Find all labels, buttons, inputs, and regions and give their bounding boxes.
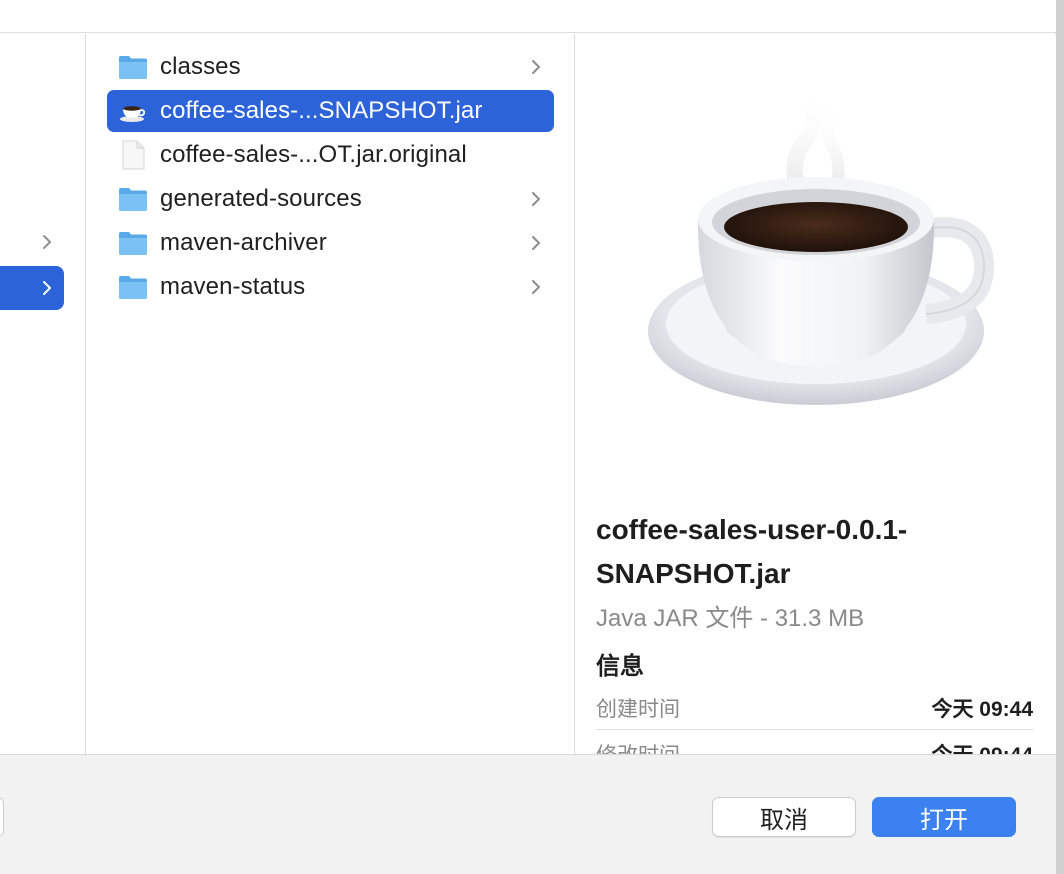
chevron-right-icon: [526, 235, 546, 251]
info-row-modified: 修改时间 今天 09:44: [596, 732, 1033, 754]
open-file-dialog: classes coffee-sales-...SNAPSHOT.jar cof…: [0, 0, 1056, 874]
preview-kind-size: Java JAR 文件 - 31.3 MB: [596, 605, 865, 632]
list-item[interactable]: classes: [107, 46, 554, 88]
list-item[interactable]: generated-sources: [107, 178, 554, 220]
info-value: 今天 09:44: [931, 697, 1033, 721]
list-item-label: maven-status: [160, 273, 306, 300]
chevron-right-icon: [43, 281, 51, 295]
window-edge: [1056, 0, 1064, 874]
chevron-right-icon: [526, 279, 546, 295]
list-item[interactable]: maven-archiver: [107, 222, 554, 264]
info-value: 今天 09:44: [931, 739, 1033, 754]
file-list-column: classes coffee-sales-...SNAPSHOT.jar cof…: [87, 34, 575, 754]
list-item[interactable]: maven-status: [107, 266, 554, 308]
folder-icon: [118, 53, 148, 81]
open-button[interactable]: 打开: [872, 797, 1016, 837]
dialog-footer: 取消 打开: [0, 754, 1056, 874]
list-item-label: classes: [160, 53, 241, 80]
dialog-toolbar: [0, 0, 1056, 33]
info-heading: 信息: [596, 653, 644, 680]
parent-column-row[interactable]: [0, 220, 64, 264]
info-key: 创建时间: [596, 697, 680, 721]
chevron-right-icon: [526, 59, 546, 75]
list-item-label: generated-sources: [160, 185, 362, 212]
preview-filename: coffee-sales-user-0.0.1-SNAPSHOT.jar: [596, 514, 908, 589]
list-item-label: maven-archiver: [160, 229, 327, 256]
document-icon: [118, 140, 148, 170]
folder-icon: [118, 185, 148, 213]
java-coffee-cup-icon: [648, 81, 995, 405]
options-button-edge[interactable]: [0, 797, 4, 837]
column-browser: classes coffee-sales-...SNAPSHOT.jar cof…: [0, 34, 1056, 754]
preview-pane: coffee-sales-user-0.0.1-SNAPSHOT.jar Jav…: [576, 34, 1056, 754]
list-item-label: coffee-sales-...SNAPSHOT.jar: [160, 97, 483, 124]
list-item-selected[interactable]: coffee-sales-...SNAPSHOT.jar: [107, 90, 554, 132]
parent-column: [0, 34, 86, 754]
cancel-button[interactable]: 取消: [712, 797, 856, 837]
java-coffee-cup-icon: [118, 97, 148, 125]
chevron-right-icon: [526, 191, 546, 207]
parent-column-selected-row[interactable]: [0, 266, 64, 310]
folder-icon: [118, 229, 148, 257]
info-key: 修改时间: [596, 739, 680, 754]
list-item-label: coffee-sales-...OT.jar.original: [160, 141, 467, 168]
list-item[interactable]: coffee-sales-...OT.jar.original: [107, 134, 554, 176]
chevron-right-icon: [43, 235, 51, 249]
info-row-created: 创建时间 今天 09:44: [596, 686, 1033, 730]
folder-icon: [118, 273, 148, 301]
